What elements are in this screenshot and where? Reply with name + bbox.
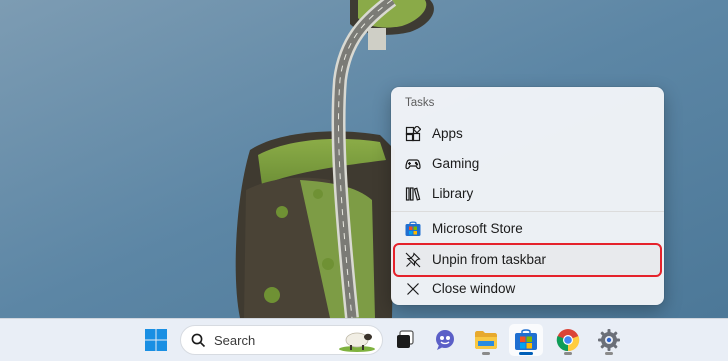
task-view-button[interactable] — [388, 324, 422, 356]
chat-app-button[interactable] — [428, 324, 462, 356]
jump-list-action-label: Microsoft Store — [432, 221, 523, 236]
active-indicator — [519, 352, 533, 355]
jump-list-action-microsoft-store[interactable]: Microsoft Store — [395, 214, 660, 244]
gamepad-icon — [405, 156, 421, 172]
taskbar-search-box[interactable]: Search — [180, 325, 383, 355]
jump-list-item-label: Gaming — [432, 156, 480, 171]
jump-list-action-label: Unpin from taskbar — [432, 252, 547, 267]
jump-list-header: Tasks — [405, 97, 435, 109]
taskbar-jump-list: Tasks Apps Gaming Library Microsoft Stor… — [391, 87, 664, 305]
jump-list-item-label: Library — [432, 186, 474, 201]
file-explorer-button[interactable] — [469, 324, 503, 356]
microsoft-store-taskbar-button[interactable] — [509, 324, 543, 356]
chrome-button[interactable] — [551, 324, 585, 356]
search-highlight-sheep-icon — [338, 328, 376, 357]
library-icon — [405, 186, 421, 202]
jump-list-action-close-window[interactable]: Close window — [395, 274, 660, 304]
settings-button[interactable] — [592, 324, 626, 356]
jump-list-item-gaming[interactable]: Gaming — [395, 149, 660, 179]
jump-list-item-label: Apps — [432, 126, 463, 141]
search-icon — [191, 333, 206, 353]
search-placeholder: Search — [214, 333, 256, 348]
apps-grid-icon — [405, 124, 422, 142]
running-indicator — [564, 352, 572, 355]
jump-list-action-label: Close window — [432, 281, 516, 296]
jump-list-action-unpin-from-taskbar[interactable]: Unpin from taskbar — [393, 243, 662, 277]
jump-list-item-library[interactable]: Library — [395, 179, 660, 209]
taskbar: Search — [0, 318, 728, 361]
jump-list-item-apps[interactable]: Apps — [395, 119, 660, 149]
unpin-icon — [405, 252, 421, 268]
close-icon — [405, 281, 421, 297]
start-button[interactable] — [139, 324, 173, 356]
running-indicator — [605, 352, 613, 355]
microsoft-store-icon — [405, 221, 421, 237]
jump-list-divider — [391, 211, 664, 212]
running-indicator — [482, 352, 490, 355]
